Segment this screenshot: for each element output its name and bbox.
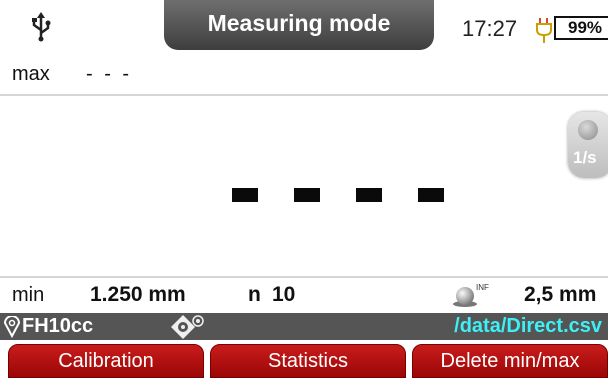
min-label: min	[12, 284, 45, 306]
softkey-bar: Calibration Statistics Delete min/max	[0, 344, 608, 378]
stats-row: min 1.250 mm n 10 INF 2,5 mm	[0, 278, 608, 312]
n-value: 10	[272, 283, 296, 306]
usb-icon	[32, 12, 51, 42]
n-label: n	[248, 283, 261, 306]
rate-label: 1/s	[573, 148, 597, 167]
display-dash	[232, 188, 258, 202]
statistics-button[interactable]: Statistics	[210, 344, 406, 378]
probe-infinity-label: INF	[476, 283, 489, 292]
display-dash	[294, 188, 320, 202]
probe-name: FH10cc	[22, 315, 94, 337]
mode-title: Measuring mode	[164, 0, 434, 50]
delete-min-max-button[interactable]: Delete min/max	[412, 344, 608, 378]
probe-id-icon	[3, 316, 21, 338]
top-bar: Measuring mode 17:27 99%	[0, 0, 608, 58]
min-value: 1.250 mm	[90, 283, 186, 306]
probe-ball-icon: INF	[453, 283, 489, 307]
measuring-rate-button[interactable]: 1/s	[568, 112, 608, 178]
measurement-display	[0, 96, 608, 276]
calibration-button[interactable]: Calibration	[8, 344, 204, 378]
status-bar: FH10cc /data/Direct.csv	[0, 313, 608, 340]
max-value: - - -	[86, 63, 133, 85]
file-path: /data/Direct.csv	[454, 315, 602, 337]
clock: 17:27	[462, 16, 518, 41]
max-label: max	[12, 63, 50, 85]
target-icon	[171, 315, 204, 339]
max-row: max - - -	[0, 60, 608, 94]
rate-indicator-icon	[578, 120, 598, 140]
display-dash	[356, 188, 382, 202]
display-dash	[418, 188, 444, 202]
battery-indicator: 99%	[554, 16, 608, 40]
probe-size: 2,5 mm	[524, 283, 597, 306]
plug-icon	[536, 18, 552, 43]
